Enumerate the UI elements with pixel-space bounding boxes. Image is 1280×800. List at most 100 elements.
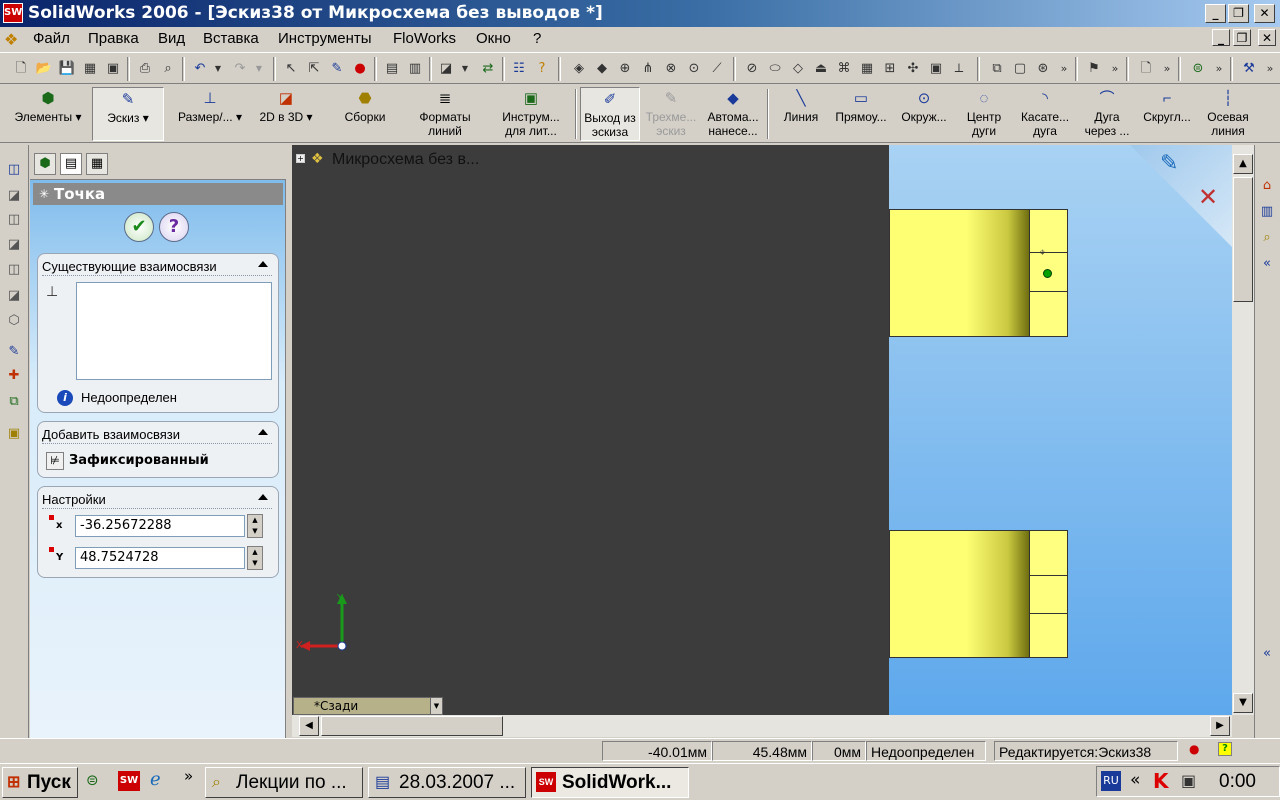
rebuild-status-icon[interactable]: ● [1189, 742, 1199, 756]
network-icon[interactable]: ▣ [1181, 771, 1196, 790]
cmd-dimensions[interactable]: ⊥ Размер/... ▾ [170, 87, 250, 141]
doc-minimize-icon[interactable]: _ [1212, 29, 1230, 46]
quicklaunch-floworks-icon[interactable]: ⊜ [86, 771, 99, 789]
part-body-bottom[interactable] [889, 530, 1030, 658]
tools-icon[interactable]: ⚒ [1240, 60, 1258, 78]
assembly-tool-1-icon[interactable]: ⧉ [988, 60, 1006, 78]
view-orientation-label[interactable]: *Сзади ▼ [293, 697, 443, 715]
x-coordinate-input[interactable]: -36.25672288 [75, 515, 245, 537]
part-pad-bottom-2[interactable] [1029, 575, 1068, 614]
menu-insert[interactable]: Вставка [203, 30, 259, 48]
save-icon[interactable]: 💾 [58, 60, 76, 78]
shell-icon[interactable]: ⬡ [5, 312, 23, 330]
close-icon[interactable]: ✕ [1254, 4, 1275, 23]
quicklaunch-solidworks-icon[interactable]: SW [118, 771, 140, 791]
cmd-rectangle[interactable]: ▭ Прямоу... [830, 87, 892, 141]
ok-button[interactable]: ✔ [124, 212, 154, 242]
cmd-center-arc[interactable]: ◌ Центр дуги [956, 87, 1012, 141]
toolbar-overflow-icon[interactable]: » [1055, 60, 1073, 78]
cmd-3d-sketch[interactable]: ✎ Трехме... эскиз [642, 87, 700, 141]
existing-relations-header[interactable]: Существующие взаимосвязи [42, 258, 272, 276]
assembly-tool-3-icon[interactable]: ⊛ [1034, 60, 1052, 78]
drawing-icon[interactable]: 🗋 [1137, 60, 1155, 78]
tray-expand-icon[interactable]: « [1130, 770, 1140, 790]
task-lectures[interactable]: ⌕ Лекции по ... [205, 767, 363, 798]
properties-icon[interactable]: ▣ [104, 60, 122, 78]
spin-up-icon[interactable]: ▲ [248, 515, 262, 526]
add-relations-header[interactable]: Добавить взаимосвязи [42, 426, 272, 444]
sketch-grid-icon[interactable]: ✎ [328, 60, 346, 78]
exit-sketch-corner-icon[interactable]: ✎ [1160, 151, 1178, 176]
feature-tool-6-icon[interactable]: ⊙ [685, 60, 703, 78]
save-all-icon[interactable]: ▦ [81, 60, 99, 78]
menu-tools[interactable]: Инструменты [278, 30, 372, 48]
select-filter-icon[interactable]: ⇱ [305, 60, 323, 78]
cmd-sketch[interactable]: ✎ Эскиз ▾ [92, 87, 164, 141]
quicklaunch-overflow-icon[interactable]: » [184, 767, 193, 785]
vertical-scroll-thumb[interactable] [1233, 177, 1253, 302]
home-icon[interactable]: ⌂ [1258, 177, 1276, 195]
part-pad-bottom-1[interactable] [1029, 530, 1068, 576]
surface-tool-8-icon[interactable]: ✣ [904, 60, 922, 78]
relations-list[interactable] [76, 282, 272, 380]
surface-tool-3-icon[interactable]: ◇ [789, 60, 807, 78]
part-body-top[interactable] [889, 209, 1030, 337]
sketch-tool-icon[interactable]: ✎ [5, 343, 23, 361]
cmd-circle[interactable]: ⊙ Окруж... [894, 87, 954, 141]
relations-icon[interactable]: ⧉ [5, 393, 23, 411]
cmd-2d-to-3d[interactable]: ◪ 2D в 3D ▾ [256, 87, 316, 141]
cancel-sketch-icon[interactable]: ✕ [1198, 183, 1218, 211]
extrude-icon[interactable]: ◫ [5, 161, 23, 179]
feature-tool-7-icon[interactable]: ⟋ [708, 60, 726, 78]
toolbar-overflow-icon[interactable]: » [1158, 60, 1176, 78]
property-manager-tab-icon[interactable]: ▤ [60, 153, 82, 175]
collapse-icon[interactable] [258, 494, 268, 500]
select-arrow-icon[interactable]: ↖ [282, 60, 300, 78]
library-icon[interactable]: ▥ [1258, 203, 1276, 221]
doc-restore-icon[interactable]: ❐ [1233, 29, 1251, 46]
restore-icon[interactable]: ❐ [1228, 4, 1249, 23]
surface-tool-4-icon[interactable]: ⏏ [812, 60, 830, 78]
part-pad-top-1[interactable] [1029, 209, 1068, 253]
toolbar-overflow-icon[interactable]: » [1210, 60, 1228, 78]
graphics-area[interactable]: + ❖ Микросхема без в... Y X [292, 145, 889, 715]
cmd-tangent-arc[interactable]: ◝ Касате... дуга [1014, 87, 1076, 141]
surface-tool-6-icon[interactable]: ▦ [858, 60, 876, 78]
feature-tool-2-icon[interactable]: ◆ [593, 60, 611, 78]
undo-icon[interactable]: ↶ [191, 60, 209, 78]
collapse-left-icon[interactable]: « [1258, 255, 1276, 273]
cut-revolve-icon[interactable]: ◪ [5, 287, 23, 305]
cmd-fillet[interactable]: ⌐ Скругл... [1138, 87, 1196, 141]
collapse-icon[interactable] [258, 429, 268, 435]
scroll-right-icon[interactable]: ▶ [1210, 716, 1230, 736]
spin-up-icon[interactable]: ▲ [248, 547, 262, 558]
scroll-up-icon[interactable]: ▲ [1233, 154, 1253, 174]
help-icon[interactable]: ? [533, 60, 551, 78]
print-icon[interactable]: ⎙ [136, 60, 154, 78]
document-icon[interactable]: ❖ [4, 30, 18, 49]
cmd-mold-tools[interactable]: ▣ Инструм... для лит... [490, 87, 572, 141]
view-icon[interactable]: ◪ [437, 60, 455, 78]
surface-tool-10-icon[interactable]: ⟂ [950, 60, 968, 78]
scroll-down-icon[interactable]: ▼ [1233, 693, 1253, 713]
vertical-scrollbar[interactable]: ▲ ▼ [1232, 145, 1254, 715]
floworks-icon[interactable]: ⊜ [1189, 60, 1207, 78]
cmd-exit-sketch[interactable]: ✐ Выход из эскиза [580, 87, 640, 141]
surface-tool-1-icon[interactable]: ⊘ [743, 60, 761, 78]
cmd-line[interactable]: ╲ Линия [775, 87, 827, 141]
sketch-point[interactable] [1043, 269, 1052, 278]
view-dropdown-icon[interactable]: ▼ [456, 60, 474, 78]
rebuild-icon[interactable]: ● [351, 60, 369, 78]
surface-tool-9-icon[interactable]: ▣ [927, 60, 945, 78]
language-indicator[interactable]: RU [1101, 771, 1121, 791]
help-button[interactable]: ? [159, 212, 189, 242]
feature-tree-root[interactable]: Микросхема без в... [332, 151, 479, 169]
task-word-document[interactable]: ▤ 28.03.2007 ... [368, 767, 526, 798]
flag-icon[interactable]: ⚑ [1085, 60, 1103, 78]
settings-header[interactable]: Настройки [42, 491, 272, 509]
surface-tool-2-icon[interactable]: ⬭ [766, 60, 784, 78]
surface-tool-5-icon[interactable]: ⌘ [835, 60, 853, 78]
assembly-tool-icon[interactable]: ▣ [5, 425, 23, 443]
x-spinner[interactable]: ▲ ▼ [247, 514, 263, 538]
new-file-icon[interactable]: 🗋 [12, 60, 30, 78]
